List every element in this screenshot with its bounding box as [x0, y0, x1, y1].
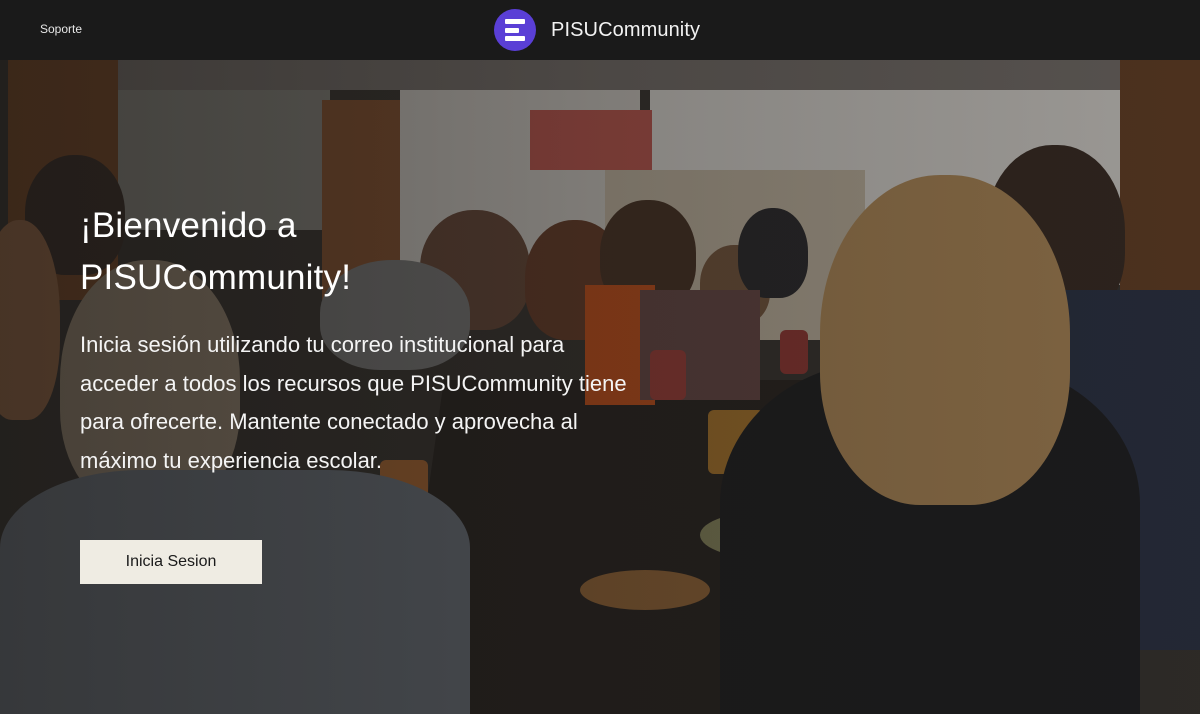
brand-name: PISUCommunity	[551, 18, 701, 41]
stacked-bars-logo-icon	[494, 9, 536, 51]
brand-home-link[interactable]: PISUCommunity	[494, 9, 700, 51]
hero-title: ¡Bienvenido a PISUCommunity!	[80, 200, 640, 304]
top-navigation-bar: Soporte PISUCommunity	[0, 0, 1200, 60]
hero-title-line-1: ¡Bienvenido a	[80, 206, 297, 245]
hero-section: ¡Bienvenido a PISUCommunity! Inicia sesi…	[0, 60, 1200, 714]
hero-content: ¡Bienvenido a PISUCommunity! Inicia sesi…	[80, 200, 640, 480]
support-link[interactable]: Soporte	[40, 22, 82, 36]
login-button[interactable]: Inicia Sesion	[80, 540, 262, 584]
hero-description: Inicia sesión utilizando tu correo insti…	[80, 332, 627, 473]
hero-title-line-2: PISUCommunity!	[80, 258, 352, 297]
